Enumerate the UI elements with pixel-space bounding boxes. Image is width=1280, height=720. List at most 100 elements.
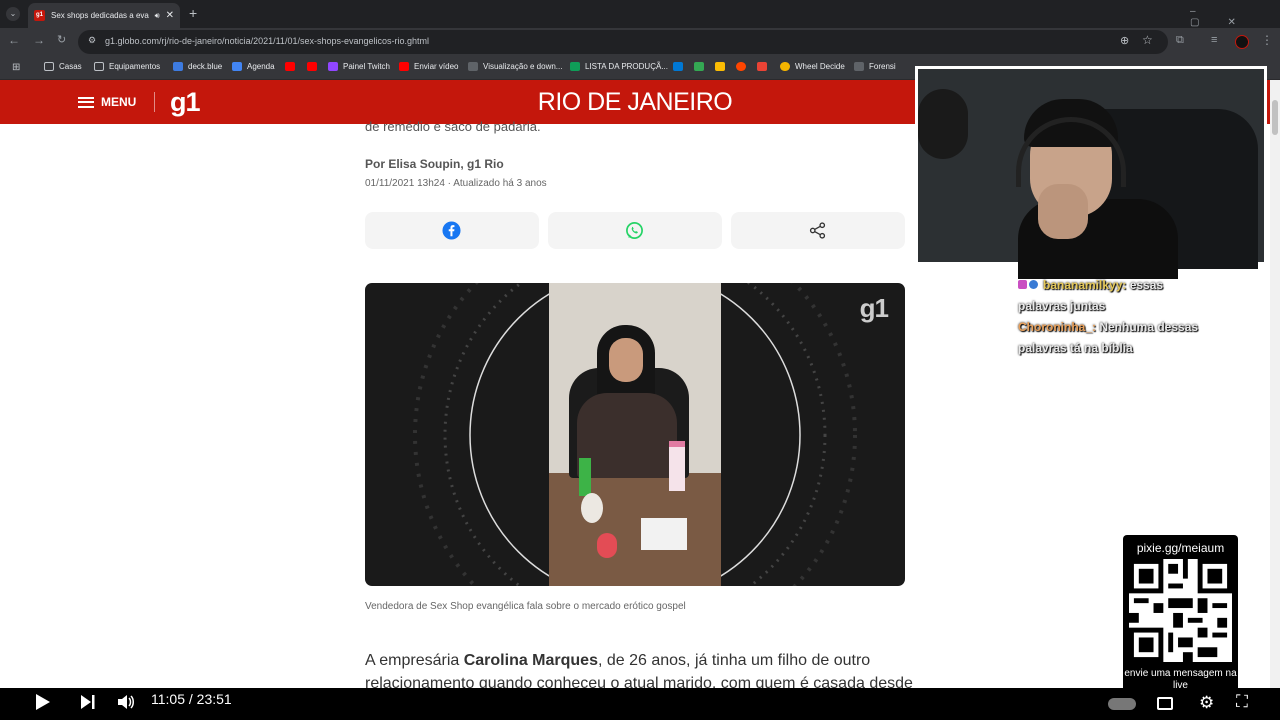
page-icon [468, 62, 478, 71]
keep-icon [715, 62, 725, 71]
subtitles-icon[interactable] [1157, 697, 1173, 710]
bookmark-youtube-2[interactable] [307, 62, 322, 71]
tab-active[interactable]: g1 Sex shops dedicadas a evan 🔊︎ ✕ [28, 3, 180, 28]
video-product-red-bottle [597, 533, 617, 558]
chat-badge-icon [1018, 280, 1027, 289]
apps-icon[interactable]: ⊞ [12, 62, 20, 73]
webcam-hand [1038, 184, 1088, 239]
settings-icon[interactable]: ⚙ [1199, 693, 1214, 713]
next-icon[interactable] [80, 694, 96, 710]
page-scrollbar[interactable] [1270, 80, 1280, 688]
webcam-microphone [918, 89, 968, 159]
bookmark-outlook[interactable] [673, 62, 688, 71]
calendar-icon [232, 62, 242, 71]
chat-username[interactable]: Choroninha_: [1018, 320, 1096, 334]
bookmark-star-icon[interactable]: ☆ [1142, 33, 1153, 47]
play-icon[interactable] [35, 693, 51, 711]
publish-date: 01/11/2021 13h24 · Atualizado há 3 anos [365, 178, 547, 189]
facebook-icon [442, 221, 461, 240]
forward-icon[interactable]: → [33, 33, 45, 47]
tab-strip: ⌄ g1 Sex shops dedicadas a evan 🔊︎ ✕ + –… [0, 0, 1280, 28]
chat-text: essas [1126, 278, 1164, 292]
bookmark-keep[interactable] [715, 62, 730, 71]
chat-message: Choroninha_: Nenhuma dessas [1018, 320, 1198, 334]
article-video[interactable]: g1 [365, 283, 905, 586]
omnibox[interactable]: ⚙ g1.globo.com/rj/rio-de-janeiro/noticia… [78, 30, 1168, 54]
chat-username[interactable]: bananamilkyy: [1043, 278, 1126, 292]
back-icon[interactable]: ← [8, 33, 20, 47]
g1-logo[interactable]: g1 [170, 87, 200, 118]
volume-icon[interactable] [117, 693, 135, 711]
twitch-icon [328, 62, 338, 71]
reload-icon[interactable]: ↻ [57, 33, 66, 46]
bookmark-forensi[interactable]: Forensi [854, 62, 896, 71]
chat-message: bananamilkyy: essas [1018, 278, 1163, 292]
qr-url: pixie.gg/meiaum [1136, 541, 1225, 555]
menu-button[interactable]: MENU [78, 95, 136, 109]
bookmark-drive[interactable] [694, 62, 709, 71]
reading-list-icon[interactable]: ≡ [1211, 34, 1217, 46]
byline[interactable]: Por Elisa Soupin, g1 Rio [365, 157, 504, 171]
bookmark-lista-producao[interactable]: LISTA DA PRODUÇÃ... [570, 62, 668, 71]
browser-menu-icon[interactable]: ⋮ [1261, 33, 1273, 47]
page-icon [854, 62, 864, 71]
window-controls: –▢✕ [1190, 6, 1264, 28]
player-controls-bar: 11:05 / 23:51 ⚙ ⛶ [0, 688, 1280, 720]
bookmark-painel-twitch[interactable]: Painel Twitch [328, 62, 390, 71]
bookmark-youtube-1[interactable] [285, 62, 300, 71]
chat-badge-icon [1029, 280, 1038, 289]
hamburger-icon [78, 96, 94, 108]
folder-icon [44, 62, 54, 71]
youtube-icon [285, 62, 295, 71]
bookmark-enviar-video[interactable]: Enviar vídeo [399, 62, 458, 71]
bookmark-wheel-decide[interactable]: Wheel Decide [780, 62, 845, 71]
url-text[interactable]: g1.globo.com/rj/rio-de-janeiro/noticia/2… [105, 36, 429, 46]
bookmark-reddit[interactable] [736, 62, 751, 71]
bookmark-casas[interactable]: Casas [44, 62, 82, 71]
zoom-icon[interactable]: ⊕ [1120, 34, 1129, 47]
share-whatsapp-button[interactable] [548, 212, 722, 249]
autoplay-toggle[interactable] [1108, 698, 1136, 710]
address-bar-row: ← → ↻ ⚙ g1.globo.com/rj/rio-de-janeiro/n… [0, 28, 1280, 56]
video-frame [549, 283, 721, 586]
youtube-icon [307, 62, 317, 71]
fullscreen-icon[interactable]: ⛶ [1236, 692, 1248, 712]
site-info-icon[interactable]: ⚙ [88, 35, 96, 46]
share-icon [809, 222, 826, 239]
player-time: 11:05 / 23:51 [151, 691, 232, 707]
drive-icon [694, 62, 704, 71]
bookmark-visualizacao[interactable]: Visualização e down... [468, 62, 562, 71]
share-facebook-button[interactable] [365, 212, 539, 249]
bookmark-agenda[interactable]: Agenda [232, 62, 275, 71]
tab-search-button[interactable]: ⌄ [6, 7, 20, 21]
section-title[interactable]: RIO DE JANEIRO [520, 88, 750, 117]
sheets-icon [570, 62, 580, 71]
video-table [549, 473, 721, 586]
webcam-overlay [915, 66, 1267, 279]
header-divider [154, 92, 155, 112]
close-tab-icon[interactable]: ✕ [166, 10, 174, 21]
share-more-button[interactable] [731, 212, 905, 249]
folder-icon [94, 62, 104, 71]
new-tab-button[interactable]: + [189, 5, 197, 21]
tab-title: Sex shops dedicadas a evan [51, 11, 149, 20]
chat-text: Nenhuma dessas [1096, 320, 1199, 334]
chat-message-continued: palavras juntas [1018, 299, 1106, 313]
bookmark-deck-blue[interactable]: deck.blue [173, 62, 222, 71]
video-product-egg [581, 493, 603, 523]
whatsapp-icon [626, 222, 643, 239]
extensions-icon[interactable]: ⧉ [1176, 34, 1184, 47]
gmail-icon [757, 62, 767, 71]
video-product-bottle-pink [669, 441, 685, 491]
video-person-face [609, 338, 643, 382]
scrollbar-thumb[interactable] [1272, 100, 1278, 135]
bookmark-gmail[interactable] [757, 62, 772, 71]
audio-icon: 🔊︎ [154, 10, 160, 20]
youtube-icon [399, 62, 409, 71]
outlook-icon [673, 62, 683, 71]
bookmark-equipamentos[interactable]: Equipamentos [94, 62, 160, 71]
profile-avatar[interactable] [1235, 35, 1249, 49]
video-person-body [577, 393, 677, 478]
wheel-icon [780, 62, 790, 71]
video-caption: Vendedora de Sex Shop evangélica fala so… [365, 601, 686, 612]
